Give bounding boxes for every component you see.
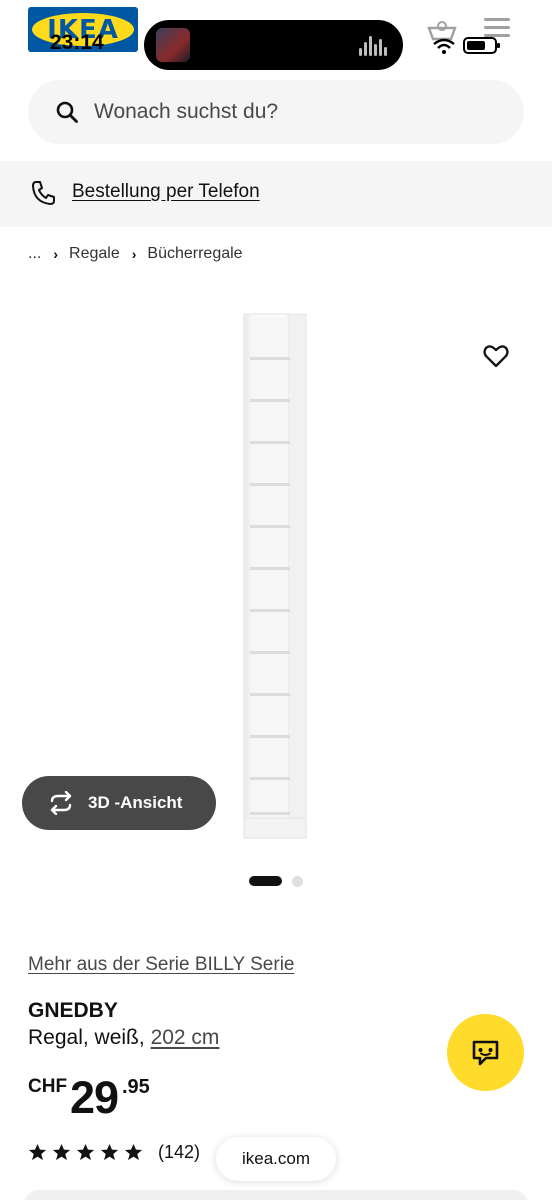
star-icon <box>52 1143 71 1161</box>
breadcrumb: ... › Regale › Bücherregale <box>28 245 243 263</box>
battery-icon <box>463 37 500 54</box>
rotate-icon <box>50 791 72 815</box>
audio-wave-icon <box>359 34 389 56</box>
product-description-text: Regal, weiß, <box>28 1026 145 1049</box>
breadcrumb-item-buecherregale[interactable]: Bücherregale <box>147 245 242 263</box>
product-description: Regal, weiß, 202 cm <box>28 1026 219 1050</box>
heart-icon[interactable] <box>482 343 510 369</box>
review-count: (142) <box>158 1142 201 1162</box>
browser-url-bar[interactable]: ikea.com <box>216 1137 336 1181</box>
rating[interactable]: (142) <box>28 1142 200 1163</box>
dynamic-island[interactable] <box>144 20 403 70</box>
chevron-right-icon: › <box>131 246 137 262</box>
menu-icon[interactable] <box>484 18 510 38</box>
search-bar[interactable] <box>28 80 524 144</box>
view-3d-label: 3D -Ansicht <box>88 793 183 812</box>
status-bar: IKEA 23:14 <box>0 0 552 70</box>
star-icon <box>100 1143 119 1161</box>
pagination-dot-active[interactable] <box>249 876 282 886</box>
price-decimal: .95 <box>122 1076 150 1098</box>
search-input[interactable] <box>94 80 494 144</box>
now-playing-artwork <box>156 28 190 62</box>
product-size-link[interactable]: 202 cm <box>151 1026 220 1049</box>
status-time: 23:14 <box>50 31 104 54</box>
pagination-dot[interactable] <box>292 875 303 887</box>
breadcrumb-ellipsis[interactable]: ... <box>28 245 41 263</box>
breadcrumb-item-regale[interactable]: Regale <box>69 245 120 263</box>
bottom-panel-edge <box>24 1190 528 1200</box>
star-icon <box>28 1143 47 1161</box>
star-icon <box>124 1143 143 1161</box>
phone-icon <box>32 181 55 205</box>
chevron-right-icon: › <box>53 246 59 262</box>
chat-button[interactable] <box>447 1014 524 1091</box>
star-icon <box>76 1143 95 1161</box>
wifi-icon <box>433 38 455 54</box>
product-name: GNEDBY <box>28 999 118 1022</box>
phone-order-link[interactable]: Bestellung per Telefon <box>72 181 260 203</box>
image-pagination <box>249 875 303 887</box>
view-3d-button[interactable]: 3D -Ansicht <box>22 776 216 830</box>
series-link[interactable]: Mehr aus der Serie BILLY Serie <box>28 954 295 976</box>
phone-order-banner: Bestellung per Telefon <box>0 161 552 227</box>
price-integer: 29 <box>70 1072 119 1123</box>
search-icon <box>56 101 78 123</box>
product-image[interactable] <box>238 312 310 840</box>
price-currency: CHF <box>28 1076 68 1097</box>
chat-icon <box>472 1040 499 1066</box>
